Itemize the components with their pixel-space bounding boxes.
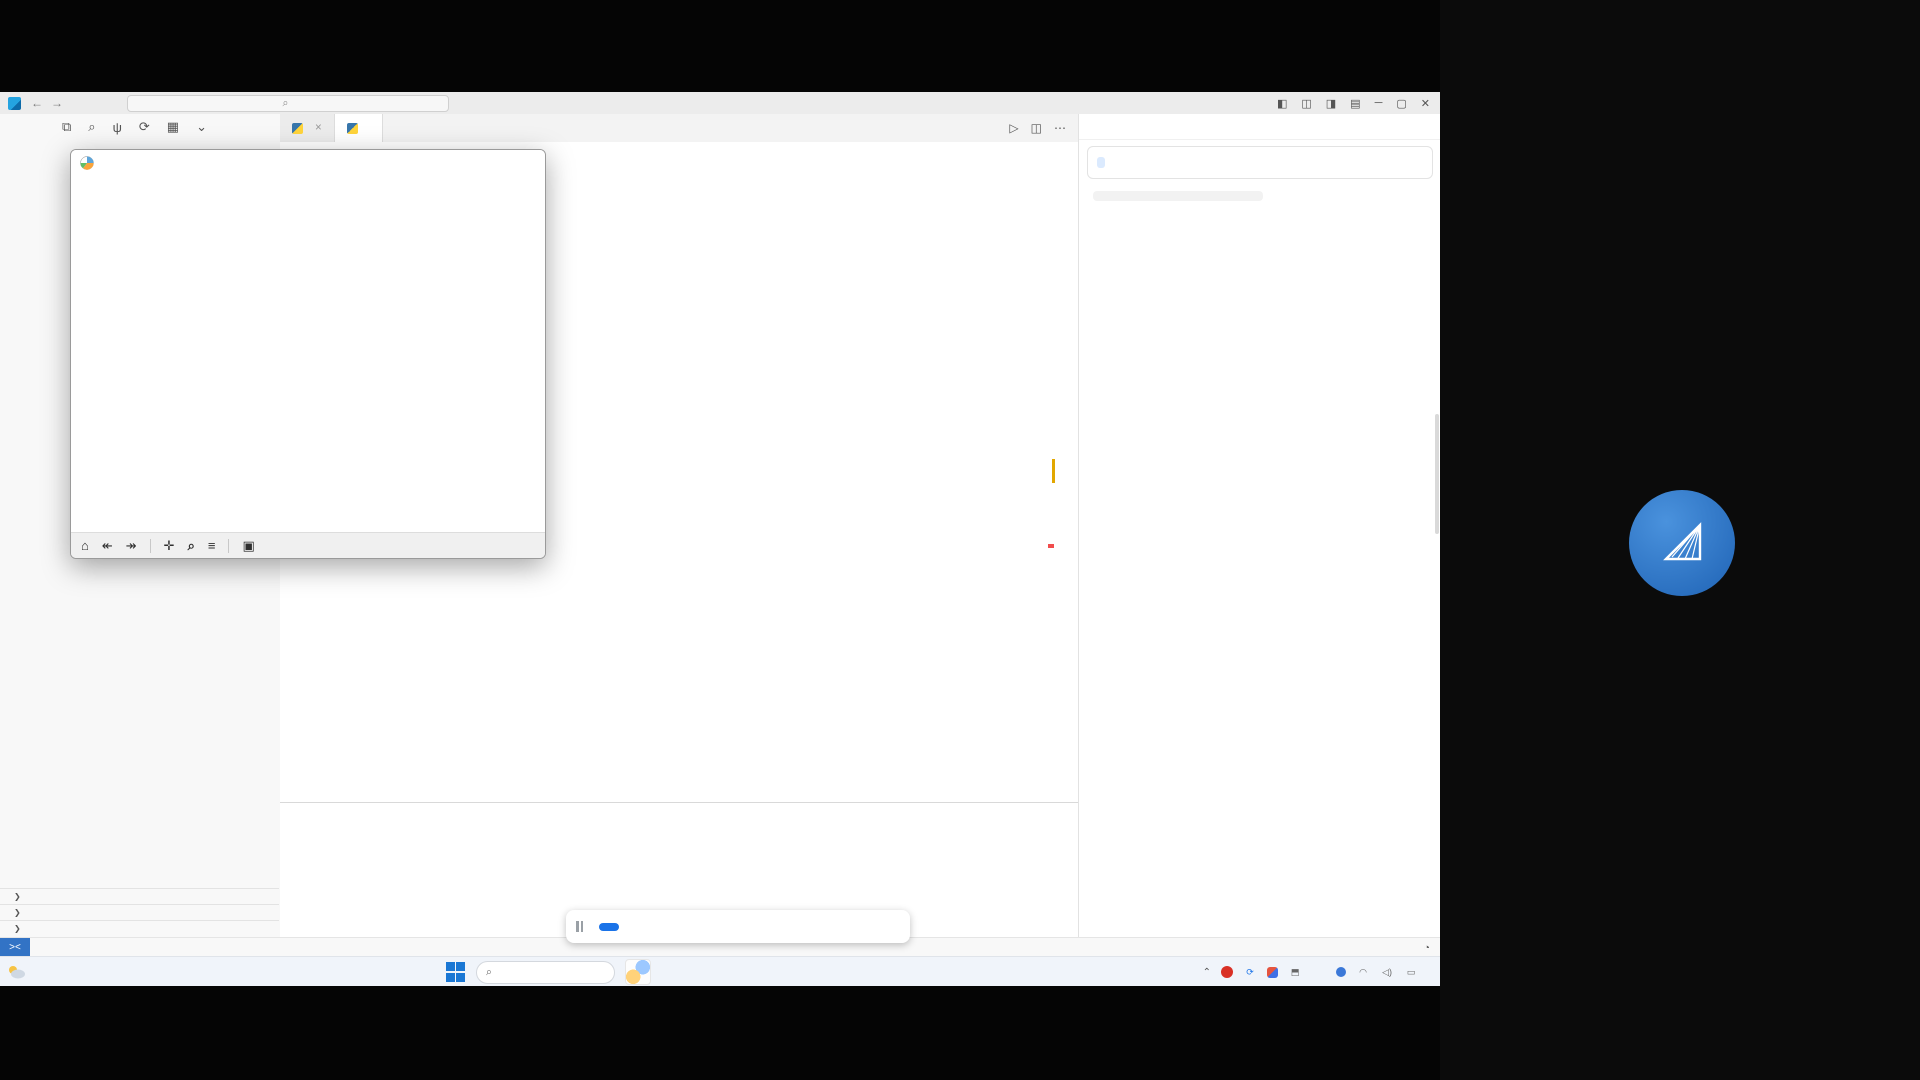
chat-response [1079,185,1441,201]
battery-icon[interactable]: ▭ [1404,965,1418,979]
bottom-letterbox [0,986,1440,1080]
subplots-config-icon[interactable]: ≡ [208,538,216,553]
sidebar-toolbar: ⧉ ⌕ ψ ⟳ ▦ ⌄ [0,114,280,140]
figure-titlebar[interactable] [71,150,545,176]
minimap-warning-mark [1052,459,1055,483]
tab-close-icon[interactable]: × [315,122,322,134]
app-tray-icon[interactable] [1267,967,1278,978]
microphone-tray-icon[interactable]: ⬒ [1288,965,1302,979]
figure-canvas [71,176,545,532]
meet-sharing-bar [566,910,910,943]
volume-icon[interactable]: ◁) [1380,965,1394,979]
refresh-icon[interactable]: ⟳ [139,119,150,135]
sidebar-section-timeline[interactable]: ❯ [0,920,279,936]
chat-scrollbar[interactable] [1435,414,1439,534]
stop-sharing-button[interactable] [599,923,619,931]
vscode-logo-icon [8,97,21,110]
system-tray: ⌃ ⟳ ⬒ ◠ ◁) ▭ [1203,965,1440,979]
split-editor-icon[interactable]: ◫ [1031,121,1042,135]
source-control-icon[interactable]: ψ [113,120,122,135]
pause-bars-icon [576,921,583,932]
customize-layout-icon[interactable]: ▤ [1350,97,1360,110]
bluetooth-tray-icon[interactable] [1336,967,1346,977]
panel-tabs [280,803,1078,828]
widgets-icon[interactable] [625,959,651,985]
top-letterbox [0,0,1440,92]
more-actions-icon[interactable]: ⋯ [1054,121,1066,135]
chat-tabbar [1079,114,1441,140]
chat-user-message [1087,146,1433,179]
run-button[interactable]: ▷ [1009,121,1018,135]
search-icon[interactable]: ⌕ [88,119,95,135]
tray-chevron-icon[interactable]: ⌃ [1203,967,1211,978]
layout-secondary-icon[interactable]: ◨ [1326,97,1336,110]
code-mention-token [1097,157,1105,168]
minimap[interactable] [1048,159,1064,659]
notifications-bell-icon[interactable]: ◔ [1418,942,1440,954]
vscode-titlebar: ← → ⌕ ◧ ◫ ◨ ▤ ─ ▢ ✕ [0,92,1440,115]
command-center-search[interactable]: ⌕ [127,95,449,112]
sidebar-sections: ❯ ❯ ❯ [0,888,279,936]
collapse-icon[interactable]: ⌄ [196,119,207,135]
ai-chat-panel: ∞ ⌃ ⌃ ▣ ↑ [1078,114,1441,1029]
matplotlib-figure-window[interactable]: ⌂ ↞ ↠ ✛ ⌕ ≡ ▣ [70,149,546,559]
layout-sidebar-icon[interactable]: ◧ [1277,97,1287,110]
extensions-icon[interactable]: ▦ [167,119,179,135]
nav-forward-icon[interactable]: → [51,96,63,110]
remote-indicator[interactable]: >< [0,938,30,957]
weather-icon [6,964,26,980]
close-button[interactable]: ✕ [1421,97,1430,110]
matplotlib-icon [80,156,94,170]
scrolled-content-remnant [1093,191,1263,201]
back-icon[interactable]: ↞ [102,538,113,554]
search-icon: ⌕ [486,966,492,979]
sidebar-section-notepads[interactable]: ❯ [0,888,279,904]
minimize-button[interactable]: ─ [1375,97,1383,109]
window-controls: ◧ ◫ ◨ ▤ ─ ▢ ✕ [1277,97,1440,110]
weather-widget[interactable] [0,964,116,980]
zoom-icon[interactable]: ⌕ [188,538,195,554]
tab-code10-120[interactable] [335,114,383,142]
layout-panel-icon[interactable]: ◫ [1301,97,1311,110]
pan-icon[interactable]: ✛ [164,538,175,554]
editor-actions: ▷ ◫ ⋯ [1009,114,1078,142]
taskbar-search[interactable]: ⌕ [476,961,615,984]
shared-screen: ← → ⌕ ◧ ◫ ◨ ▤ ─ ▢ ✕ ⧉ ⌕ ψ ⟳ ▦ [0,92,1440,986]
save-icon[interactable]: ▣ [242,538,254,554]
screen-frame: ← → ⌕ ◧ ◫ ◨ ▤ ─ ▢ ✕ ⧉ ⌕ ψ ⟳ ▦ [0,0,1920,1080]
minimap-error-mark [1048,544,1054,548]
windows-taskbar: ⌕ ⌃ ⟳ ⬒ ◠ ◁) ▭ [0,956,1440,987]
editor-tabbar: × ▷ ◫ ⋯ [280,114,1078,143]
forward-icon[interactable]: ↠ [126,538,137,554]
ime-indicator[interactable] [1312,965,1326,979]
tab-code10-110[interactable]: × [280,114,335,142]
wifi-icon[interactable]: ◠ [1356,965,1370,979]
python-file-icon [347,123,358,134]
start-button[interactable] [446,962,466,982]
sidebar-section-outline[interactable]: ❯ [0,904,279,920]
maximize-button[interactable]: ▢ [1396,97,1406,110]
home-icon[interactable]: ⌂ [81,538,89,553]
recording-tray-icon[interactable] [1221,966,1233,978]
figure-toolbar: ⌂ ↞ ↠ ✛ ⌕ ≡ ▣ [71,532,546,558]
search-icon: ⌕ [283,97,289,110]
avatar [1629,490,1735,596]
sync-tray-icon[interactable]: ⟳ [1243,965,1257,979]
nav-back-icon[interactable]: ← [31,96,43,110]
new-file-icon[interactable]: ⧉ [62,119,71,135]
pyramid-logo-icon [1652,513,1712,573]
python-file-icon [292,123,303,134]
